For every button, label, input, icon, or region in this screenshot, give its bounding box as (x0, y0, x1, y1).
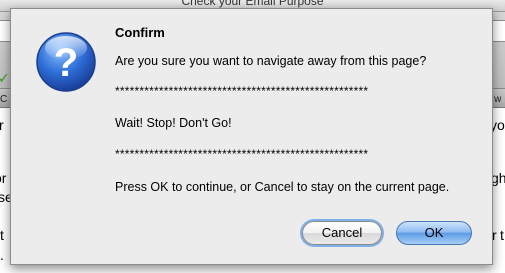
dialog-title: Confirm (115, 25, 165, 40)
background-text-fragment: ght (491, 170, 505, 186)
background-text-fragment: t (500, 227, 504, 243)
dialog-message: Wait! Stop! Don't Go! (115, 116, 232, 130)
background-text-fragment: C (0, 94, 8, 105)
background-text-fragment: . (0, 247, 4, 263)
dialog-question: Are you sure you want to navigate away f… (115, 54, 427, 68)
question-mark-icon: ? (36, 32, 96, 92)
checkmark-icon: ✓ (0, 70, 10, 86)
ok-button[interactable]: OK (396, 221, 472, 245)
background-text-fragment: r (0, 117, 4, 133)
confirm-dialog: ? Confirm Are you sure you want to navig… (10, 8, 493, 265)
background-text-fragment: or (0, 170, 7, 186)
dialog-instructions: Press OK to continue, or Cancel to stay … (115, 180, 450, 194)
cancel-button[interactable]: Cancel (302, 221, 382, 245)
separator-top: ****************************************… (115, 84, 369, 98)
background-text-fragment: t (0, 227, 4, 243)
separator-bottom: ****************************************… (115, 147, 369, 161)
browser-window-title: Check your Email Purpose (181, 0, 324, 8)
svg-text:?: ? (54, 41, 78, 85)
